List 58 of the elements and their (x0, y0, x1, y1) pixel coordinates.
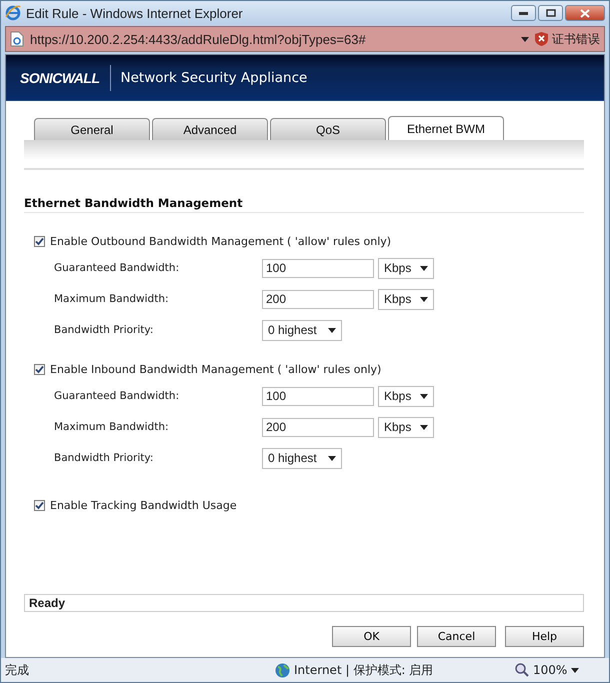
unit-dropdown[interactable]: Kbps (378, 386, 434, 406)
checkbox[interactable] (34, 500, 45, 511)
checkbox-label: Enable Inbound Bandwidth Management ( 'allow' rules only) (50, 363, 382, 376)
caret-icon (328, 456, 336, 460)
field-label: Guaranteed Bandwidth: (54, 390, 180, 402)
checkbox-label: Enable Tracking Bandwidth Usage (50, 499, 237, 512)
dialog-button[interactable]: Cancel (417, 626, 496, 647)
dialog-button[interactable]: OK (332, 626, 411, 647)
input-field[interactable]: 200 (262, 418, 374, 436)
input-field[interactable]: 200 (262, 290, 374, 308)
page-icon (10, 31, 24, 47)
tab[interactable]: QoS (270, 118, 386, 140)
product-name: Network Security Appliance (120, 70, 308, 86)
field-label: Bandwidth Priority: (54, 452, 154, 464)
field-label: Maximum Bandwidth: (54, 293, 170, 305)
caret-icon (420, 296, 428, 302)
checkbox[interactable] (34, 364, 45, 375)
shield-icon (535, 32, 548, 46)
caret-icon (420, 394, 428, 398)
priority-dropdown[interactable]: 0 highest (262, 448, 342, 468)
dialog-button[interactable]: Help (505, 626, 584, 647)
minimize-button[interactable] (511, 5, 536, 21)
caret-icon (521, 36, 529, 42)
status-text: 完成 (5, 662, 30, 678)
logo: SONICWALL (20, 70, 100, 86)
minimize-icon (519, 12, 528, 14)
browser-icon (5, 5, 21, 21)
zoom-icon (515, 663, 529, 677)
status-message: Ready (24, 594, 584, 612)
maximize-button[interactable] (538, 5, 563, 21)
url-text[interactable]: https://10.200.2.254:4433/addRuleDlg.html?objTypes=63# (30, 32, 515, 46)
close-button[interactable] (565, 5, 605, 21)
caret-icon (328, 328, 336, 332)
input-field[interactable]: 100 (262, 258, 374, 278)
certificate-error-link[interactable]: 证书错误 (552, 30, 600, 48)
caret-icon (571, 668, 580, 672)
caret-icon (420, 266, 428, 270)
zoom-level[interactable]: 100% (533, 663, 568, 677)
field-label: Guaranteed Bandwidth: (54, 262, 180, 274)
checkbox[interactable] (34, 236, 45, 247)
caret-icon (420, 424, 428, 430)
close-icon (580, 8, 590, 18)
tab[interactable]: Ethernet BWM (388, 116, 504, 140)
field-label: Maximum Bandwidth: (54, 421, 170, 433)
security-zone: Internet | 保护模式: 启用 (294, 662, 434, 678)
tab[interactable]: Advanced (152, 118, 268, 140)
section-title: Ethernet Bandwidth Management (24, 196, 584, 213)
globe-icon (275, 662, 290, 678)
priority-dropdown[interactable]: 0 highest (262, 320, 342, 340)
window-title: Edit Rule - Windows Internet Explorer (26, 6, 244, 20)
unit-dropdown[interactable]: Kbps (378, 258, 434, 278)
field-label: Bandwidth Priority: (54, 324, 154, 336)
input-field[interactable]: 100 (262, 386, 374, 406)
unit-dropdown[interactable]: Kbps (378, 416, 434, 438)
unit-dropdown[interactable]: Kbps (378, 288, 434, 310)
maximize-icon (546, 9, 556, 17)
tab[interactable]: General (34, 118, 150, 140)
checkbox-label: Enable Outbound Bandwidth Management ( 'allow' rules only) (50, 235, 392, 248)
